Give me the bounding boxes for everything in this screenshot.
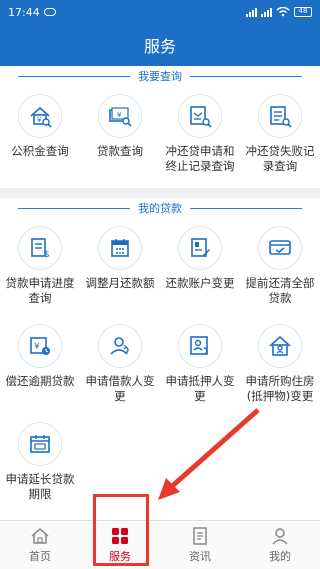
loan-grid: $ 贷款申请进度查询 调整月还款额 还款账户变更 提前还清全部贷款 ¥ 偿还逾期…: [0, 218, 320, 512]
prepay-icon: [258, 226, 302, 270]
item-label: 冲还贷申请和终止记录查询: [165, 144, 235, 173]
item-label: 申请借款人变更: [85, 374, 155, 403]
service-item-provident-fund-query[interactable]: ¥ 公积金查询: [0, 86, 80, 184]
query-grid: ¥ 公积金查询 ¥ 贷款查询 冲还贷申请和终止记录查询 冲还贷失败记录查询: [0, 86, 320, 184]
tab-label: 首页: [29, 550, 51, 563]
battery-level: 48: [298, 7, 308, 15]
item-label: 贷款申请进度查询: [5, 276, 75, 305]
item-label: 申请延长贷款期限: [5, 472, 75, 501]
news-icon: [193, 527, 207, 545]
home-icon: [31, 528, 49, 544]
divider: [190, 75, 302, 77]
section-title-text: 我要查询: [138, 70, 182, 83]
money-search-icon: ¥: [98, 94, 142, 138]
item-label: 还款账户变更: [165, 276, 235, 290]
divider: [18, 75, 130, 77]
item-label: 公积金查询: [11, 144, 69, 158]
service-item-house-change[interactable]: 申请所购住房(抵押物)变更: [240, 316, 320, 414]
signal-icon-2: [261, 7, 272, 17]
tab-label: 我的: [269, 550, 291, 563]
house-change-icon: [258, 324, 302, 368]
annotation-highlight-box: [93, 494, 149, 566]
bottom-tab-bar: 首页 服务 资讯 我的: [0, 520, 320, 569]
svg-text:$: $: [44, 250, 50, 260]
service-item-loan-query[interactable]: ¥ 贷款查询: [80, 86, 160, 184]
overdue-icon: ¥: [18, 324, 62, 368]
page-header: 服务: [0, 24, 320, 66]
item-label: 调整月还款额: [85, 276, 155, 290]
mortgagor-change-icon: [178, 324, 222, 368]
item-label: 偿还逾期贷款: [5, 374, 75, 388]
service-item-borrower-change[interactable]: 申请借款人变更: [80, 316, 160, 414]
item-label: 冲还贷失败记录查询: [245, 144, 315, 173]
divider: [18, 207, 130, 209]
service-item-loan-progress[interactable]: $ 贷款申请进度查询: [0, 218, 80, 316]
tab-news[interactable]: 资讯: [160, 521, 240, 569]
loan-progress-icon: $: [18, 226, 62, 270]
page-title: 服务: [143, 37, 176, 56]
service-item-overdue-repay[interactable]: ¥ 偿还逾期贷款: [0, 316, 80, 414]
svg-text:¥: ¥: [117, 111, 122, 119]
section-title: 我要查询: [0, 66, 320, 86]
calendar-icon: [98, 226, 142, 270]
tab-home[interactable]: 首页: [0, 521, 80, 569]
extend-term-icon: [18, 422, 62, 466]
section-title-text: 我的贷款: [138, 202, 182, 215]
item-label: 贷款查询: [97, 144, 143, 158]
status-bar: 17:44 48: [0, 0, 320, 24]
account-change-icon: [178, 226, 222, 270]
tab-mine[interactable]: 我的: [240, 521, 320, 569]
user-icon: [272, 528, 288, 545]
service-item-adjust-monthly[interactable]: 调整月还款额: [80, 218, 160, 316]
service-item-repay-record-query[interactable]: 冲还贷申请和终止记录查询: [160, 86, 240, 184]
borrower-change-icon: [98, 324, 142, 368]
signal-icon: [246, 7, 257, 17]
service-item-account-change[interactable]: 还款账户变更: [160, 218, 240, 316]
loan-section: 我的贷款 $ 贷款申请进度查询 调整月还款额 还款账户变更 提前还清全部贷款 ¥…: [0, 198, 320, 520]
divider: [190, 207, 302, 209]
svg-text:¥: ¥: [34, 342, 40, 352]
wifi-icon: [276, 7, 290, 17]
service-item-failure-record-query[interactable]: 冲还贷失败记录查询: [240, 86, 320, 184]
query-section: 我要查询 ¥ 公积金查询 ¥ 贷款查询 冲还贷申请和终止记录查询 冲还贷失败记录: [0, 66, 320, 188]
cloud-icon: [43, 8, 56, 16]
service-item-mortgagor-change[interactable]: 申请抵押人变更: [160, 316, 240, 414]
tab-label: 资讯: [189, 550, 211, 563]
battery-icon: 48: [294, 7, 312, 17]
service-item-prepay-all[interactable]: 提前还清全部贷款: [240, 218, 320, 316]
item-label: 申请所购住房(抵押物)变更: [245, 374, 315, 403]
record-search-icon: [178, 94, 222, 138]
section-title: 我的贷款: [0, 198, 320, 218]
item-label: 申请抵押人变更: [165, 374, 235, 403]
item-label: 提前还清全部贷款: [245, 276, 315, 305]
house-search-icon: ¥: [18, 94, 62, 138]
svg-text:¥: ¥: [37, 116, 42, 124]
status-time: 17:44: [8, 5, 40, 19]
service-item-extend-term[interactable]: 申请延长贷款期限: [0, 414, 80, 512]
failure-record-search-icon: [258, 94, 302, 138]
